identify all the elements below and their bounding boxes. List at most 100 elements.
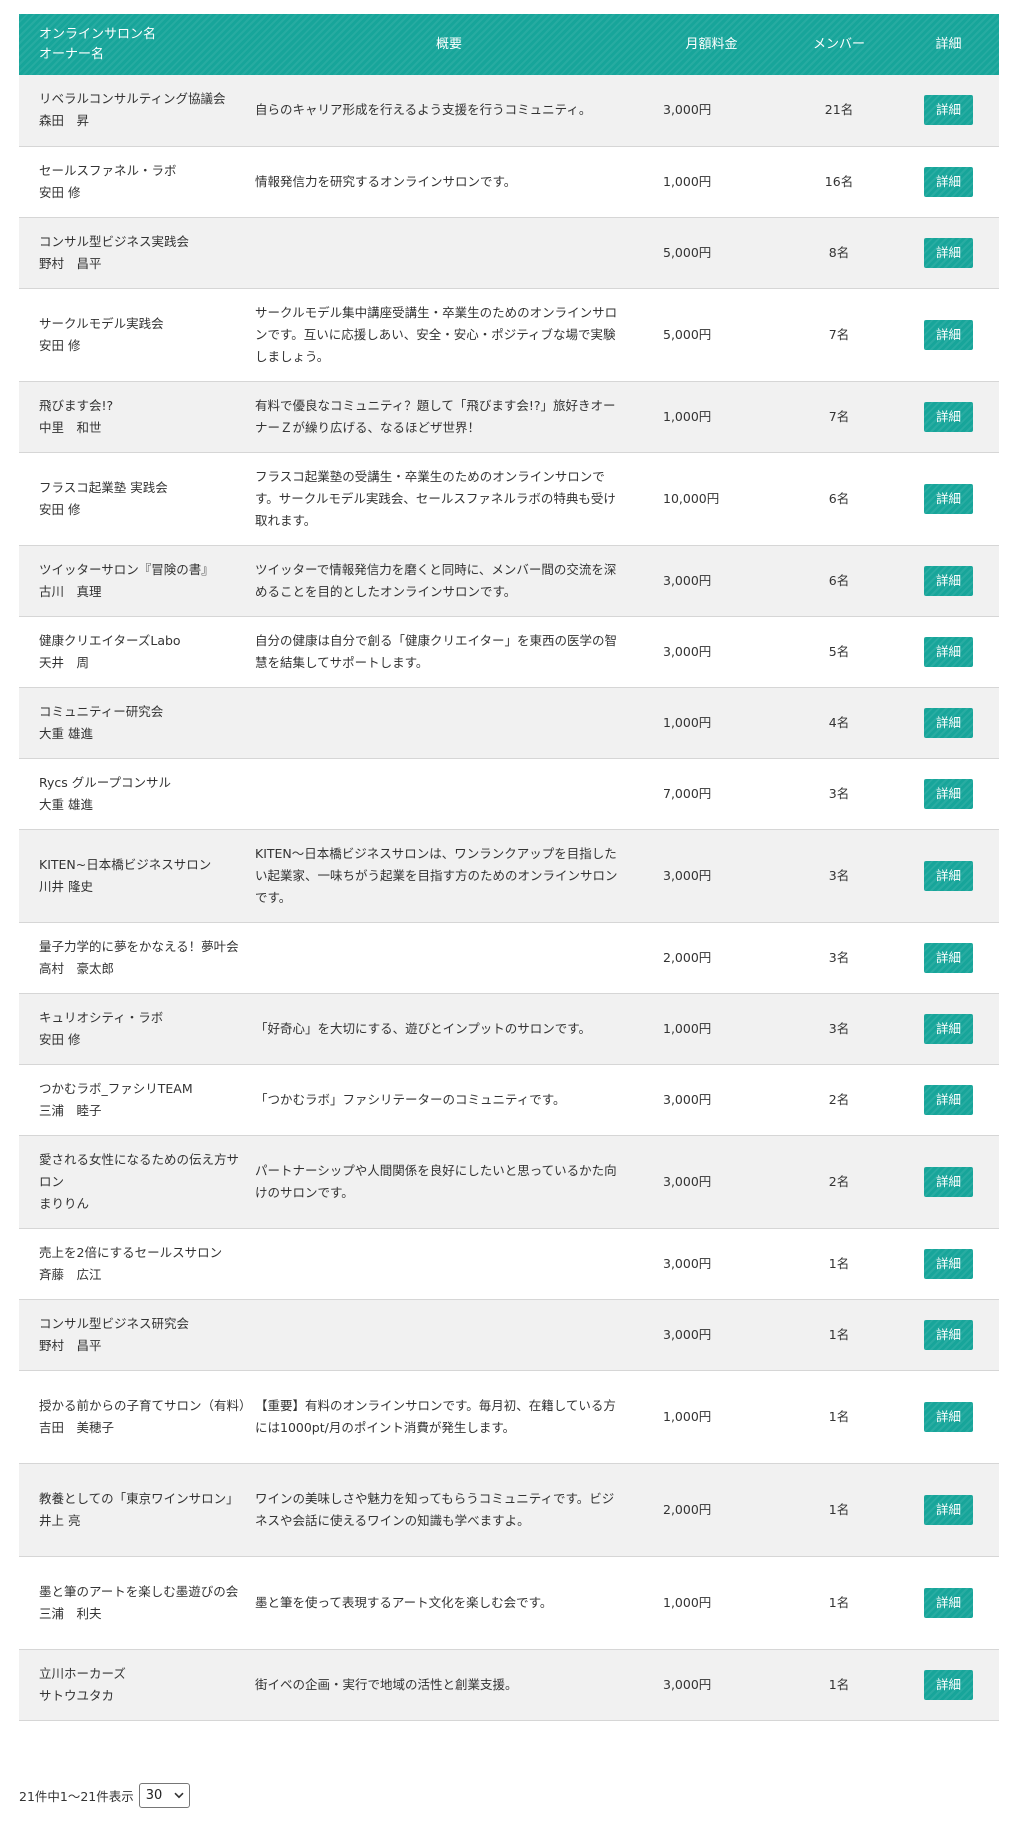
monthly-fee: 3,000円 [663, 1255, 712, 1271]
table-row: 教養としての「東京ワインサロン」 井上 亮ワインの美味しさや魅力を知ってもらうコミ… [19, 1463, 999, 1556]
detail-button[interactable]: 詳細 [924, 237, 973, 268]
detail-button[interactable]: 詳細 [924, 1669, 973, 1700]
member-count-cell: 7名 [780, 381, 898, 452]
table-row: Rycs グループコンサル 大重 雄進 7,000円 3名 詳細 [19, 758, 999, 829]
table-row: リベラルコンサルティング協議会 森田 昇自らのキャリア形成を行えるよう支援を行うコ… [19, 75, 999, 146]
description-cell: KITEN～日本橋ビジネスサロンは、ワンランクアップを目指したい起業家、一味ちが… [255, 829, 643, 922]
detail-button[interactable]: 詳細 [924, 1587, 973, 1618]
salon-description: 【重要】有料のオンラインサロンです。毎月初、在籍している方には1000pt/月の… [255, 1397, 616, 1435]
description-cell: 自らのキャリア形成を行えるよう支援を行うコミュニティ。 [255, 75, 643, 146]
monthly-fee: 5,000円 [663, 244, 712, 260]
monthly-fee-cell: 3,000円 [643, 75, 780, 146]
monthly-fee: 10,000円 [663, 490, 720, 506]
table-header: オンラインサロン名 オーナー名 概要 月額料金 メンバー 詳細 [19, 14, 999, 75]
salon-name: ツイッターサロン『冒険の書』 [39, 561, 214, 577]
description-cell: 有料で優良なコミュニティ？題して「飛びます会!?」旅好きオーナーＺが繰り広げる、… [255, 381, 643, 452]
salon-name: 愛される女性になるための伝え方サロン [39, 1151, 240, 1189]
detail-button[interactable]: 詳細 [924, 95, 973, 126]
detail-cell: 詳細 [898, 1228, 999, 1299]
header-details: 詳細 [935, 36, 962, 52]
monthly-fee-cell: 1,000円 [643, 1370, 780, 1463]
detail-button[interactable]: 詳細 [924, 1248, 973, 1279]
member-count: 4名 [828, 714, 850, 730]
member-count-cell: 3名 [780, 993, 898, 1064]
member-count: 6名 [828, 572, 850, 588]
detail-cell: 詳細 [898, 1370, 999, 1463]
salon-name: つかむラボ_ファシリTEAM [39, 1080, 193, 1096]
pagination: 21件中1～21件表示 30 [19, 1783, 190, 1808]
detail-button[interactable]: 詳細 [924, 778, 973, 809]
detail-button[interactable]: 詳細 [924, 483, 973, 514]
monthly-fee-cell: 3,000円 [643, 545, 780, 616]
salon-description: 情報発信力を研究するオンラインサロンです。 [255, 173, 517, 189]
member-count-cell: 7名 [780, 288, 898, 381]
detail-button[interactable]: 詳細 [924, 1494, 973, 1525]
salon-description: 「つかむラボ」ファシリテーターのコミュニティです。 [255, 1091, 566, 1107]
monthly-fee: 3,000円 [663, 867, 712, 883]
detail-button[interactable]: 詳細 [924, 636, 973, 667]
detail-button[interactable]: 詳細 [924, 319, 973, 350]
monthly-fee: 1,000円 [663, 1020, 712, 1036]
salon-name: 飛びます会!? [39, 397, 114, 413]
table-row: コンサル型ビジネス実践会 野村 昌平 5,000円 8名 詳細 [19, 217, 999, 288]
salon-name-cell: 愛される女性になるための伝え方サロン まりりん [19, 1135, 255, 1228]
salon-list: オンラインサロン名 オーナー名 概要 月額料金 メンバー 詳細 リベラルコンサル… [19, 14, 999, 1721]
monthly-fee-cell: 10,000円 [643, 452, 780, 545]
monthly-fee: 2,000円 [663, 949, 712, 965]
salon-name: コンサル型ビジネス研究会 [39, 1315, 190, 1331]
description-cell: ツイッターで情報発信力を磨くと同時に、メンバー間の交流を深めることを目的としたオ… [255, 545, 643, 616]
detail-cell: 詳細 [898, 1135, 999, 1228]
detail-cell: 詳細 [898, 758, 999, 829]
detail-button[interactable]: 詳細 [924, 1084, 973, 1115]
monthly-fee-cell: 1,000円 [643, 146, 780, 217]
table-row: フラスコ起業塾 実践会 安田 修フラスコ起業塾の受講生・卒業生のためのオンラインサ… [19, 452, 999, 545]
salon-name: フラスコ起業塾 実践会 [39, 479, 168, 495]
member-count: 7名 [828, 408, 850, 424]
salon-name: 墨と筆のアートを楽しむ墨遊びの会 [39, 1583, 239, 1599]
owner-name: 吉田 美穂子 [39, 1419, 115, 1435]
member-count-cell: 1名 [780, 1299, 898, 1370]
description-cell: 自分の健康は自分で創る「健康クリエイター」を東西の医学の智慧を結集してサポートし… [255, 616, 643, 687]
detail-button[interactable]: 詳細 [924, 1401, 973, 1432]
salon-description: 墨と筆を使って表現するアート文化を楽しむ会です。 [255, 1594, 553, 1610]
description-cell: 街イベの企画・実行で地域の活性と創業支援。 [255, 1649, 643, 1720]
owner-name: 高村 豪太郎 [39, 960, 115, 976]
detail-button[interactable]: 詳細 [924, 1319, 973, 1350]
monthly-fee: 3,000円 [663, 643, 712, 659]
description-cell [255, 922, 643, 993]
table-row: セールスファネル・ラボ 安田 修情報発信力を研究するオンラインサロンです。 1,00… [19, 146, 999, 217]
member-count: 1名 [828, 1676, 850, 1692]
owner-name: 三浦 利夫 [39, 1605, 102, 1621]
member-count: 1名 [828, 1594, 850, 1610]
owner-name: サトウユタカ [39, 1687, 115, 1703]
member-count: 21名 [824, 102, 854, 118]
monthly-fee-cell: 1,000円 [643, 1556, 780, 1649]
monthly-fee-cell: 3,000円 [643, 1299, 780, 1370]
member-count-cell: 6名 [780, 452, 898, 545]
detail-button[interactable]: 詳細 [924, 860, 973, 891]
detail-button[interactable]: 詳細 [924, 1166, 973, 1197]
owner-name: 中里 和世 [39, 419, 102, 435]
detail-button[interactable]: 詳細 [924, 166, 973, 197]
detail-button[interactable]: 詳細 [924, 1013, 973, 1044]
detail-button[interactable]: 詳細 [924, 565, 973, 596]
owner-name: 大重 雄進 [39, 725, 93, 741]
detail-button[interactable]: 詳細 [924, 401, 973, 432]
salon-name: 量子力学的に夢をかなえる！夢叶会 [39, 938, 239, 954]
page-size-select[interactable]: 30 [138, 1783, 190, 1808]
table-row: 飛びます会!? 中里 和世 有料で優良なコミュニティ？題して「飛びます会!?」旅好き… [19, 381, 999, 452]
description-cell: 墨と筆を使って表現するアート文化を楽しむ会です。 [255, 1556, 643, 1649]
salon-description: ワインの美味しさや魅力を知ってもらうコミュニティです。ビジネスや会話に使えるワイ… [255, 1490, 615, 1528]
member-count-cell: 3名 [780, 922, 898, 993]
monthly-fee: 7,000円 [663, 785, 712, 801]
member-count-cell: 3名 [780, 829, 898, 922]
table-row: 健康クリエイターズLabo 天井 周 自分の健康は自分で創る「健康クリエイター」を東… [19, 616, 999, 687]
monthly-fee-cell: 2,000円 [643, 922, 780, 993]
table-row: 売上を2倍にするセールスサロン 斉藤 広江 3,000円 1名 詳細 [19, 1228, 999, 1299]
detail-button[interactable]: 詳細 [924, 942, 973, 973]
owner-name: 天井 周 [39, 654, 90, 670]
detail-button[interactable]: 詳細 [924, 707, 973, 738]
description-cell [255, 1299, 643, 1370]
detail-cell: 詳細 [898, 993, 999, 1064]
description-cell: パートナーシップや人間関係を良好にしたいと思っているかた向けのサロンです。 [255, 1135, 643, 1228]
